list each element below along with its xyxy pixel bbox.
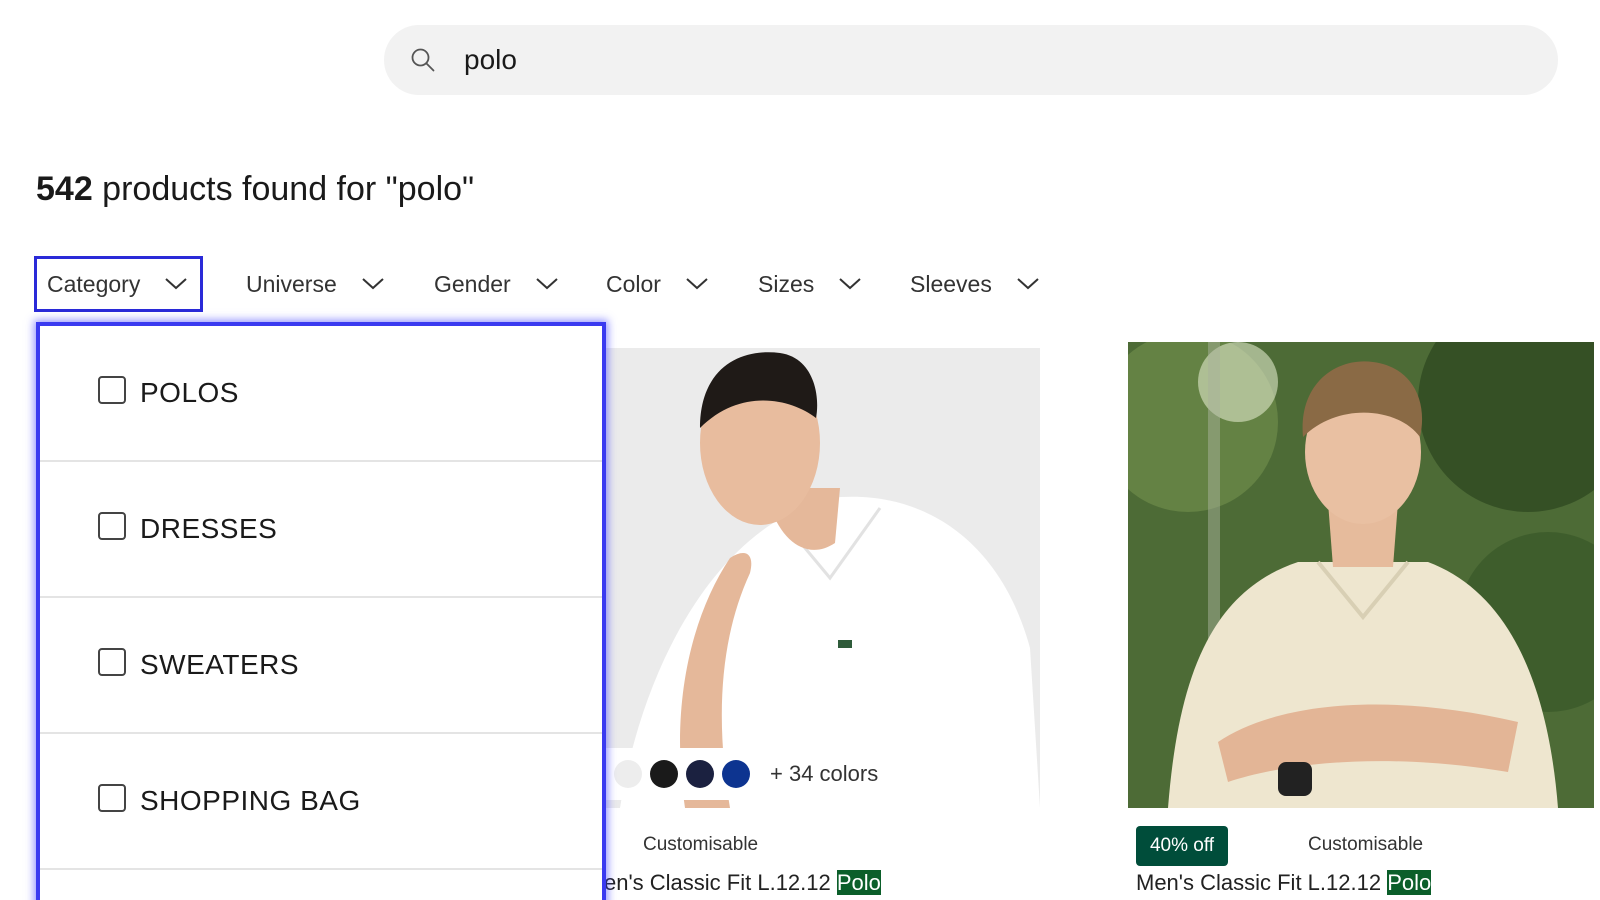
filter-sleeves[interactable]: Sleeves [910, 256, 1040, 312]
search-bar[interactable] [384, 25, 1558, 95]
results-text: products found for "polo" [92, 170, 475, 208]
filter-label: Universe [246, 270, 337, 297]
results-heading: 542 products found for "polo" [36, 170, 474, 209]
filter-label: Sizes [758, 270, 815, 297]
option-checkbox[interactable] [98, 512, 126, 540]
option-label: SHOPPING BAG [140, 785, 361, 816]
swatch[interactable] [686, 760, 714, 788]
product-name-text: en's Classic Fit L.12.12 [604, 870, 837, 895]
customisable-tag: Customisable [1308, 834, 1424, 855]
swatch[interactable] [614, 760, 642, 788]
more-colors-link[interactable]: + 34 colors [770, 761, 878, 787]
product-image[interactable] [1128, 342, 1594, 808]
chevron-down-icon [362, 278, 384, 290]
search-icon [411, 48, 435, 72]
filter-sizes[interactable]: Sizes [758, 256, 862, 312]
category-dropdown[interactable]: POLOS DRESSES SWEATERS SHOPPING BAG [36, 322, 606, 900]
chevron-down-icon [536, 278, 558, 290]
dropdown-option-polos[interactable]: POLOS [40, 326, 602, 462]
filter-label: Gender [434, 270, 511, 297]
search-highlight: Polo [1387, 870, 1432, 895]
filter-color[interactable]: Color [606, 256, 709, 312]
filter-label: Category [47, 270, 141, 297]
filter-label: Color [606, 270, 661, 297]
color-swatches[interactable]: + 34 colors [600, 748, 902, 800]
chevron-down-icon [165, 278, 187, 290]
option-label: DRESSES [140, 513, 278, 544]
option-label: SWEATERS [140, 649, 300, 680]
product-image[interactable] [580, 348, 1040, 808]
swatch[interactable] [650, 760, 678, 788]
filter-universe[interactable]: Universe [246, 256, 385, 312]
option-checkbox[interactable] [98, 376, 126, 404]
dropdown-option-shopping-bag[interactable]: SHOPPING BAG [40, 734, 602, 870]
product-name-text: Men's Classic Fit L.12.12 [1136, 870, 1388, 895]
product-name[interactable]: Men's Classic Fit L.12.12 Polo [1136, 870, 1432, 896]
search-highlight: Polo [836, 870, 881, 895]
customisable-tag: Customisable [643, 834, 759, 855]
discount-badge: 40% off [1136, 826, 1228, 866]
chevron-down-icon [686, 278, 708, 290]
product-photo-white-polo [580, 348, 1040, 808]
chevron-down-icon [839, 278, 861, 290]
product-name[interactable]: en's Classic Fit L.12.12 Polo [604, 870, 881, 896]
filter-gender[interactable]: Gender [434, 256, 559, 312]
results-count: 542 [36, 170, 93, 208]
dropdown-option-dresses[interactable]: DRESSES [40, 462, 602, 598]
filter-label: Sleeves [910, 270, 992, 297]
dropdown-option-sweaters[interactable]: SWEATERS [40, 598, 602, 734]
search-results-page: 542 products found for "polo" Category U… [0, 0, 1600, 900]
option-label: POLOS [140, 377, 239, 408]
product-photo-knit-polo [1128, 342, 1594, 808]
option-checkbox[interactable] [98, 784, 126, 812]
chevron-down-icon [1017, 278, 1039, 290]
option-checkbox[interactable] [98, 648, 126, 676]
search-input[interactable] [464, 25, 1524, 95]
filter-category[interactable]: Category [34, 256, 204, 312]
swatch[interactable] [722, 760, 750, 788]
